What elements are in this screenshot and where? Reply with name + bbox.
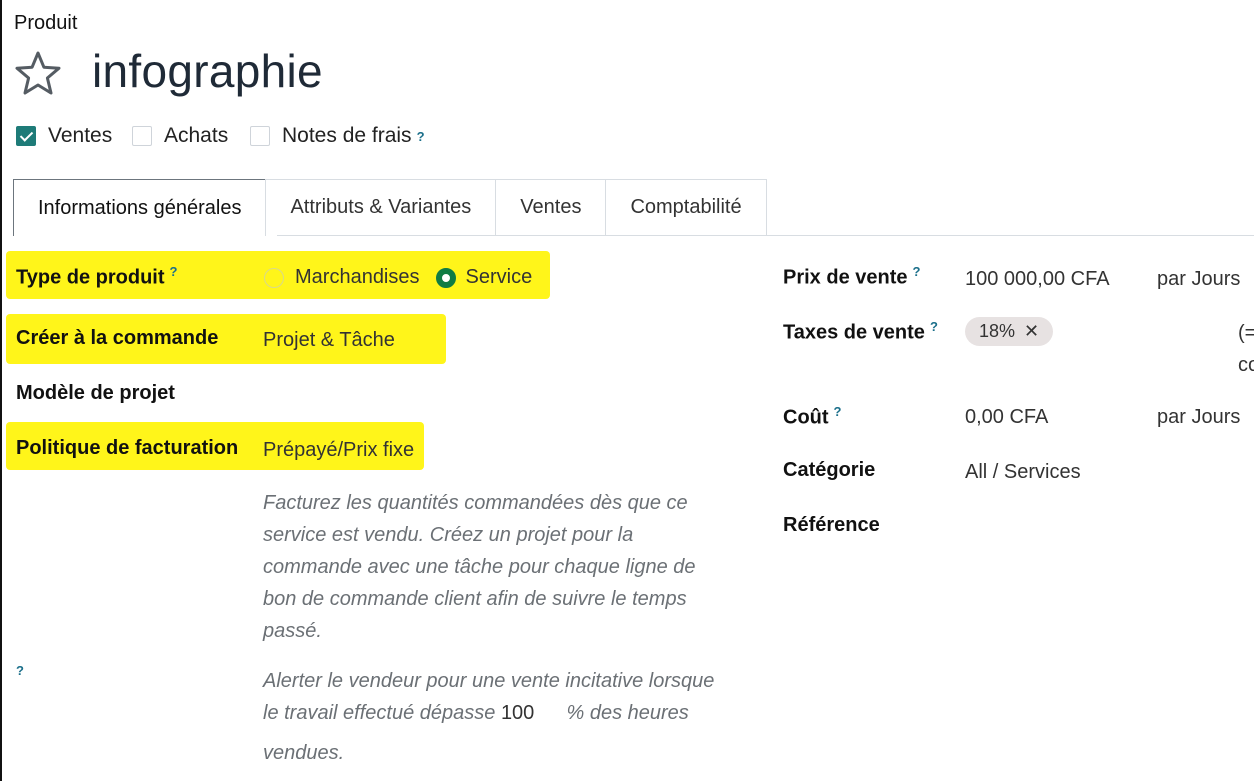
alert-percent-input[interactable]: 100 bbox=[501, 697, 561, 729]
politique-facturation-label: Politique de facturation bbox=[16, 437, 239, 459]
alert-line-2-suffix: % des heures bbox=[566, 702, 689, 724]
alert-line-3: vendues. bbox=[263, 742, 345, 764]
tab-comptabilite[interactable]: Comptabilité bbox=[605, 179, 767, 235]
tab-ventes[interactable]: Ventes bbox=[495, 179, 607, 235]
type-produit-radio: Marchandises Service bbox=[264, 266, 532, 289]
checkbox-notes-de-frais[interactable] bbox=[250, 126, 270, 146]
option-achats-label: Achats bbox=[164, 124, 229, 147]
policy-description-line: bon de commande client afin de suivre le… bbox=[263, 588, 687, 610]
help-icon[interactable]: ? bbox=[913, 264, 921, 279]
alert-line-2-prefix: le travail effectué dépasse bbox=[263, 702, 496, 724]
help-icon[interactable]: ? bbox=[834, 404, 842, 419]
cout-label-text: Coût bbox=[783, 406, 829, 429]
taxes-vente-label-text: Taxes de vente bbox=[783, 321, 925, 344]
tab-informations-generales[interactable]: Informations générales bbox=[13, 179, 267, 236]
categorie-field[interactable]: All / Services bbox=[965, 461, 1081, 484]
option-ventes[interactable]: Ventes bbox=[16, 124, 112, 148]
type-produit-label: Type de produit? bbox=[16, 264, 177, 290]
help-icon[interactable]: ? bbox=[16, 663, 24, 678]
cout-unit: par Jours bbox=[1157, 406, 1241, 428]
taxes-vente-label: Taxes de vente? bbox=[783, 319, 938, 345]
checkbox-achats[interactable] bbox=[132, 126, 152, 146]
option-notes-de-frais[interactable]: Notes de frais ? bbox=[250, 124, 425, 148]
help-icon[interactable]: ? bbox=[170, 264, 178, 279]
taxes-side-text-2: co bbox=[1238, 354, 1254, 376]
creer-commande-label: Créer à la commande bbox=[16, 327, 219, 349]
modele-projet-label: Modèle de projet bbox=[16, 382, 175, 404]
close-icon[interactable]: ✕ bbox=[1024, 321, 1039, 341]
alert-line-2: le travail effectué dépasse 100 % des he… bbox=[263, 697, 714, 729]
policy-description-line: commande avec une tâche pour chaque lign… bbox=[263, 556, 696, 578]
tax-tag[interactable]: 18% ✕ bbox=[965, 317, 1054, 346]
radio-service[interactable] bbox=[435, 267, 456, 288]
policy-description-line: Facturez les quantités commandées dès qu… bbox=[263, 492, 688, 514]
categorie-label: Catégorie bbox=[783, 459, 876, 481]
policy-description: Facturez les quantités commandées dès qu… bbox=[263, 487, 696, 647]
option-achats[interactable]: Achats bbox=[132, 124, 228, 148]
tax-tag-label: 18% bbox=[979, 321, 1016, 341]
taxes-side-text: (= bbox=[1238, 322, 1254, 344]
cout-label: Coût? bbox=[783, 404, 842, 430]
help-icon[interactable]: ? bbox=[930, 319, 938, 334]
option-ventes-label: Ventes bbox=[48, 124, 113, 147]
type-produit-label-text: Type de produit bbox=[16, 266, 165, 289]
policy-description-line: service est vendu. Créez un projet pour … bbox=[263, 524, 634, 546]
radio-marchandises-label[interactable]: Marchandises bbox=[295, 266, 420, 289]
product-name[interactable]: infographie bbox=[92, 44, 323, 98]
reference-label: Référence bbox=[783, 514, 880, 536]
breadcrumb[interactable]: Produit bbox=[14, 12, 77, 35]
prix-vente-label: Prix de vente? bbox=[783, 264, 920, 290]
help-icon[interactable]: ? bbox=[417, 129, 425, 144]
prix-vente-label-text: Prix de vente bbox=[783, 266, 908, 289]
policy-description-line: passé. bbox=[263, 620, 322, 642]
alert-upsell-text: Alerter le vendeur pour une vente incita… bbox=[263, 665, 714, 769]
cout-field[interactable]: 0,00 CFA bbox=[965, 406, 1048, 429]
tab-attributs-variantes[interactable]: Attributs & Variantes bbox=[265, 179, 497, 235]
alert-line-1: Alerter le vendeur pour une vente incita… bbox=[263, 670, 715, 692]
radio-marchandises[interactable] bbox=[264, 267, 284, 288]
star-icon[interactable] bbox=[14, 50, 62, 96]
creer-commande-field[interactable]: Projet & Tâche bbox=[263, 329, 395, 352]
prix-vente-unit: par Jours bbox=[1157, 268, 1241, 290]
product-form: Produit infographie Ventes Achats Notes … bbox=[0, 0, 1254, 781]
politique-facturation-field[interactable]: Prépayé/Prix fixe bbox=[263, 439, 414, 462]
option-notes-de-frais-label: Notes de frais bbox=[282, 124, 412, 147]
prix-vente-field[interactable]: 100 000,00 CFA bbox=[965, 268, 1110, 291]
tab-divider bbox=[277, 235, 1254, 236]
radio-service-label[interactable]: Service bbox=[466, 266, 533, 289]
notebook-tabs: Informations générales Attributs & Varia… bbox=[13, 179, 767, 236]
check-icon[interactable] bbox=[16, 126, 36, 146]
